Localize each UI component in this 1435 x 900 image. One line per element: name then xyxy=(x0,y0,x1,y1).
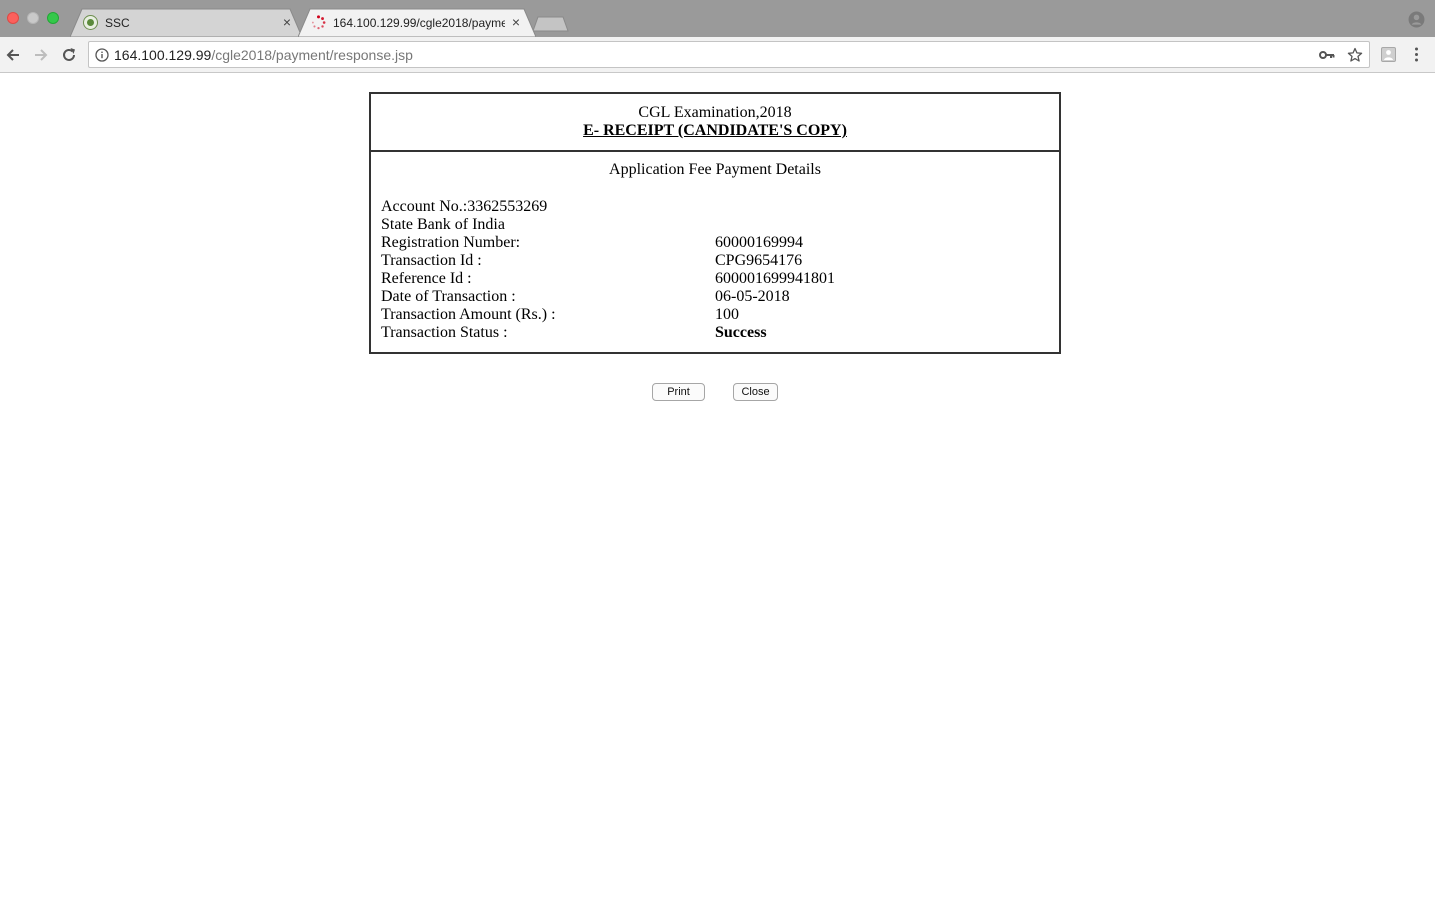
back-icon[interactable] xyxy=(2,44,24,66)
transaction-amount-row: Transaction Amount (Rs.) : 100 xyxy=(381,306,1051,324)
receipt-title: E- RECEIPT (CANDIDATE'S COPY) xyxy=(583,122,847,139)
exam-title: CGL Examination,2018 xyxy=(638,104,792,121)
print-button[interactable]: Print xyxy=(652,383,705,401)
reload-icon[interactable] xyxy=(58,44,80,66)
tab-title: SSC xyxy=(105,16,130,30)
detail-value: CPG9654176 xyxy=(715,252,803,269)
section-title: Application Fee Payment Details xyxy=(609,161,821,178)
detail-label: Transaction Amount (Rs.) : xyxy=(381,306,556,323)
url-path: /cgle2018/payment/response.jsp xyxy=(211,47,413,63)
minimize-window-icon[interactable] xyxy=(27,12,39,24)
detail-value: 100 xyxy=(715,306,739,323)
url-host: 164.100.129.99 xyxy=(114,47,212,63)
loading-spinner-icon xyxy=(311,15,326,30)
tab-title: 164.100.129.99/cgle2018/payment/response… xyxy=(333,16,505,30)
registration-row: Registration Number: 60000169994 xyxy=(381,234,1051,252)
detail-label: Transaction Id : xyxy=(381,252,482,269)
tab-close-icon[interactable]: × xyxy=(509,15,523,29)
transaction-status-row: Transaction Status : Success xyxy=(381,324,1051,342)
receipt-header: CGL Examination,2018 E- RECEIPT (CANDIDA… xyxy=(371,94,1059,152)
bank-name: State Bank of India xyxy=(381,216,505,233)
detail-label: Reference Id : xyxy=(381,270,472,287)
info-icon[interactable] xyxy=(95,48,109,62)
detail-value: 60000169994 xyxy=(715,234,803,251)
close-window-icon[interactable] xyxy=(7,12,19,24)
tab-ssc[interactable]: SSC × xyxy=(70,8,302,37)
star-icon[interactable] xyxy=(1347,47,1363,63)
close-button[interactable]: Close xyxy=(733,383,778,401)
detail-label: Registration Number: xyxy=(381,234,521,251)
browser-toolbar: 164.100.129.99/cgle2018/payment/response… xyxy=(0,37,1435,73)
maximize-window-icon[interactable] xyxy=(47,12,59,24)
bank-row: State Bank of India xyxy=(381,216,1051,234)
detail-label: Transaction Status : xyxy=(381,324,508,341)
e-receipt: CGL Examination,2018 E- RECEIPT (CANDIDA… xyxy=(369,92,1061,354)
payment-details: Account No.:3362553269 State Bank of Ind… xyxy=(381,198,1051,342)
tab-payment-response[interactable]: 164.100.129.99/cgle2018/payment/response… xyxy=(298,8,536,37)
new-tab-button[interactable] xyxy=(533,16,569,32)
detail-value: 06-05-2018 xyxy=(715,288,790,305)
detail-label: Date of Transaction : xyxy=(381,288,516,305)
transaction-date-row: Date of Transaction : 06-05-2018 xyxy=(381,288,1051,306)
account-number: Account No.:3362553269 xyxy=(381,198,548,215)
reference-id-row: Reference Id : 600001699941801 xyxy=(381,270,1051,288)
browser-titlebar: SSC × 164.100.129.99/cgle2018/payment/re… xyxy=(0,0,1435,37)
account-row: Account No.:3362553269 xyxy=(381,198,1051,216)
menu-icon[interactable] xyxy=(1408,46,1425,63)
forward-icon[interactable] xyxy=(30,44,52,66)
transaction-id-row: Transaction Id : CPG9654176 xyxy=(381,252,1051,270)
tab-close-icon[interactable]: × xyxy=(280,15,294,29)
address-bar[interactable]: 164.100.129.99/cgle2018/payment/response… xyxy=(88,41,1370,68)
detail-value: 600001699941801 xyxy=(715,270,835,287)
status-value: Success xyxy=(715,324,767,341)
url-text[interactable]: 164.100.129.99/cgle2018/payment/response… xyxy=(114,47,413,63)
extension-icon[interactable] xyxy=(1380,46,1397,63)
key-icon[interactable] xyxy=(1319,48,1335,62)
profile-icon[interactable] xyxy=(1408,11,1425,28)
ssc-logo-icon xyxy=(83,15,98,30)
